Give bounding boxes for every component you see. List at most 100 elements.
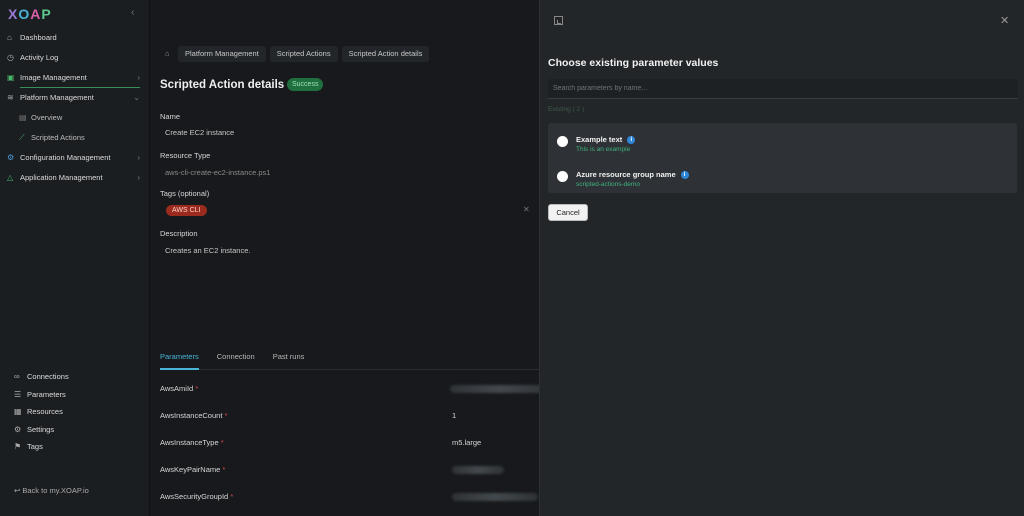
parameter-name: AwsKeyPairName bbox=[160, 465, 221, 474]
description-value: Creates an EC2 instance. bbox=[165, 246, 251, 255]
sidebar-item-label: Resources bbox=[27, 407, 63, 416]
sidebar-item-label: Activity Log bbox=[20, 53, 59, 62]
tag-chip[interactable]: AWS CLI bbox=[166, 205, 207, 216]
tab-parameters[interactable]: Parameters bbox=[160, 348, 199, 370]
sidebar-item-application-management[interactable]: △ Application Management › bbox=[0, 168, 150, 188]
sidebar-item-image-management[interactable]: ▣ Image Management › bbox=[0, 68, 150, 88]
main-nav: ⌂ Dashboard ◷ Activity Log ▣ Image Manag… bbox=[0, 28, 150, 188]
chevron-right-icon: › bbox=[137, 173, 140, 182]
list-icon: ☰ bbox=[14, 389, 22, 399]
parameter-row: AwsInstanceType * m5.large bbox=[160, 438, 540, 452]
sidebar-item-activity-log[interactable]: ◷ Activity Log bbox=[0, 48, 150, 68]
sidebar-item-scripted-actions[interactable]: ⟋ Scripted Actions bbox=[0, 128, 150, 148]
parameter-value[interactable]: 1 bbox=[452, 411, 456, 420]
home-icon[interactable]: ⌂ bbox=[158, 46, 174, 62]
option-item[interactable]: Example text i This is an example bbox=[548, 128, 1017, 158]
sidebar-item-dashboard[interactable]: ⌂ Dashboard bbox=[0, 28, 150, 48]
parameter-row: AwsSecurityGroupId * bbox=[160, 492, 540, 506]
parameter-row: AwsInstanceCount * 1 bbox=[160, 411, 540, 425]
page-title: Scripted Action details bbox=[160, 79, 285, 91]
resource-type-label: Resource Type bbox=[160, 151, 211, 160]
name-label: Name bbox=[160, 112, 181, 121]
sidebar-item-label: Scripted Actions bbox=[31, 133, 85, 142]
xoap-logo[interactable]: XOAP bbox=[8, 6, 52, 22]
grid-icon: ▤ bbox=[19, 113, 27, 122]
tab-past-runs[interactable]: Past runs bbox=[273, 348, 305, 370]
chevron-right-icon: › bbox=[137, 73, 140, 82]
parameter-row: AwsKeyPairName * bbox=[160, 465, 540, 479]
details-tabs: Parameters Connection Past runs bbox=[160, 348, 540, 370]
required-marker: * bbox=[222, 465, 226, 474]
collapse-sidebar-icon[interactable]: ‹ bbox=[131, 7, 134, 18]
results-count: Existing ( 2 ) bbox=[548, 106, 585, 113]
option-item[interactable]: Azure resource group name i scripted-acti… bbox=[548, 163, 1017, 193]
close-icon[interactable]: ✕ bbox=[1000, 14, 1009, 27]
sidebar-item-resources[interactable]: ▦ Resources bbox=[0, 403, 150, 421]
sidebar-item-tags[interactable]: ⚑ Tags bbox=[0, 438, 150, 456]
script-icon: ⟋ bbox=[19, 133, 25, 142]
link-icon: ∞ bbox=[14, 372, 20, 381]
radio-button[interactable] bbox=[557, 136, 568, 147]
tab-connection[interactable]: Connection bbox=[217, 348, 255, 370]
gear-icon: ⚙ bbox=[14, 424, 22, 434]
sidebar-item-label: Image Management bbox=[20, 73, 87, 82]
resource-type-value: aws-cli-create-ec2-instance.ps1 bbox=[165, 168, 271, 177]
bottom-nav: ∞ Connections ☰ Parameters ▦ Resources ⚙… bbox=[0, 368, 150, 456]
layers-icon: ≋ bbox=[7, 93, 14, 102]
parameter-value[interactable]: m5.large bbox=[452, 438, 481, 447]
option-value: This is an example bbox=[576, 146, 631, 153]
cancel-button[interactable]: Cancel bbox=[548, 204, 588, 221]
drawer-title: Choose existing parameter values bbox=[548, 57, 719, 69]
info-icon[interactable]: i bbox=[627, 136, 636, 145]
sidebar-item-connections[interactable]: ∞ Connections bbox=[0, 368, 150, 386]
stack-icon: ▦ bbox=[14, 407, 22, 416]
breadcrumb-current: Scripted Action details bbox=[341, 46, 430, 62]
config-icon: ⚙ bbox=[7, 153, 15, 162]
sidebar-item-label: Configuration Management bbox=[20, 153, 111, 162]
chevron-down-icon: ⌄ bbox=[133, 93, 140, 102]
option-value: scripted-actions-demo bbox=[576, 181, 640, 188]
sidebar-item-label: Overview bbox=[31, 113, 63, 122]
sidebar-item-label: Application Management bbox=[20, 173, 103, 182]
clear-tags-icon[interactable]: ✕ bbox=[523, 205, 530, 214]
sidebar-item-label: Connections bbox=[27, 372, 69, 381]
parameter-name: AwsInstanceCount bbox=[160, 411, 223, 420]
status-badge: Success bbox=[287, 78, 324, 91]
sidebar: XOAP ‹ ⌂ Dashboard ◷ Activity Log ▣ Imag… bbox=[0, 0, 150, 516]
search-input[interactable] bbox=[548, 79, 1018, 99]
radio-button[interactable] bbox=[557, 171, 568, 182]
sidebar-item-label: Parameters bbox=[27, 389, 66, 399]
sidebar-item-configuration-management[interactable]: ⚙ Configuration Management › bbox=[0, 148, 150, 168]
home-icon: ⌂ bbox=[7, 33, 12, 42]
parameter-values-drawer: ✕ Choose existing parameter values Exist… bbox=[539, 0, 1024, 516]
tags-label: Tags (optional) bbox=[160, 189, 210, 198]
sidebar-item-settings[interactable]: ⚙ Settings bbox=[0, 421, 150, 439]
parameter-name: AwsInstanceType bbox=[160, 438, 219, 447]
breadcrumb-item[interactable]: Platform Management bbox=[178, 46, 266, 62]
parameter-row: AwsAmiId * bbox=[160, 384, 550, 398]
parameter-name: AwsAmiId bbox=[160, 384, 194, 393]
sidebar-item-label: Dashboard bbox=[20, 33, 57, 42]
option-name: Example text bbox=[576, 135, 623, 144]
required-marker: * bbox=[230, 492, 234, 501]
triangle-icon: △ bbox=[7, 173, 14, 182]
sidebar-item-parameters[interactable]: ☰ Parameters bbox=[0, 386, 150, 404]
expand-icon[interactable] bbox=[554, 16, 563, 25]
option-list: Example text i This is an example Azure r… bbox=[548, 123, 1017, 193]
required-marker: * bbox=[220, 438, 224, 447]
sidebar-item-platform-management[interactable]: ≋ Platform Management ⌄ bbox=[0, 88, 150, 108]
name-value: Create EC2 instance bbox=[165, 128, 235, 137]
breadcrumb-item[interactable]: Scripted Actions bbox=[269, 46, 338, 62]
description-label: Description bbox=[160, 229, 198, 238]
back-link[interactable]: ↩ Back to my.XOAP.io bbox=[14, 486, 89, 495]
redacted-value bbox=[450, 385, 550, 393]
clock-icon: ◷ bbox=[7, 53, 14, 62]
chevron-right-icon: › bbox=[137, 153, 140, 162]
required-marker: * bbox=[224, 411, 228, 420]
sidebar-item-overview[interactable]: ▤ Overview bbox=[0, 108, 150, 128]
image-icon: ▣ bbox=[7, 73, 15, 82]
breadcrumb: ⌂ Platform Management Scripted Actions S… bbox=[158, 46, 430, 62]
option-name: Azure resource group name bbox=[576, 170, 676, 179]
info-icon[interactable]: i bbox=[680, 171, 689, 180]
bookmark-icon: ⚑ bbox=[14, 442, 22, 451]
